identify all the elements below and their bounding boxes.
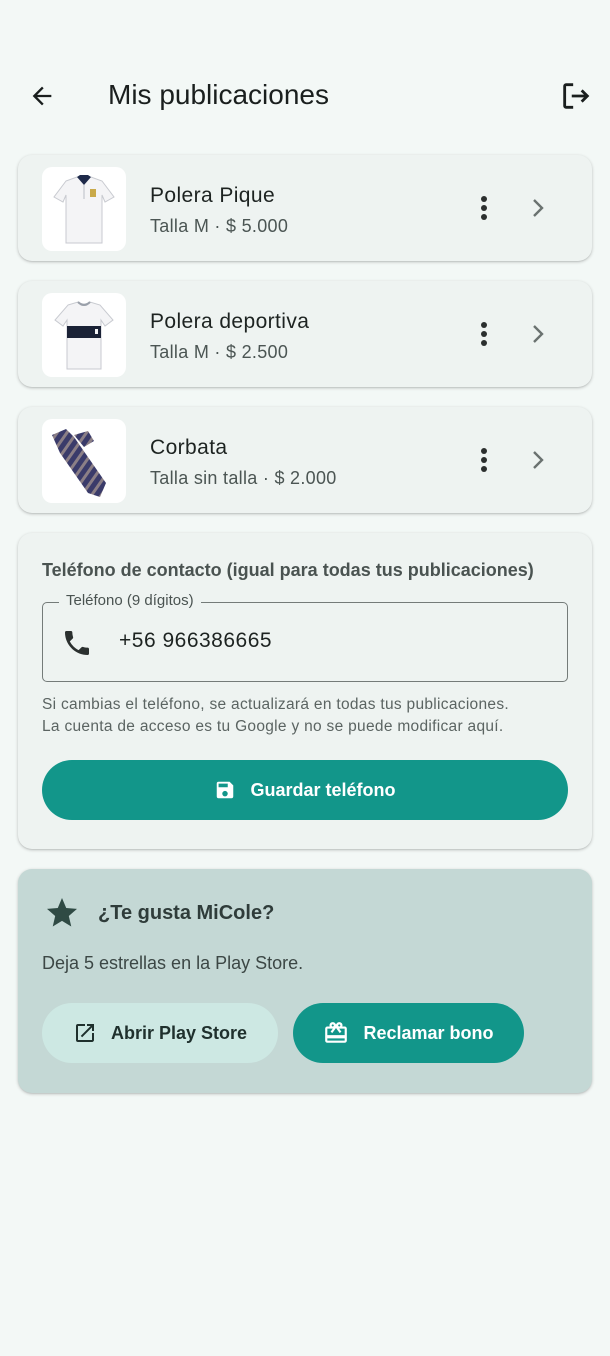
- save-phone-label: Guardar teléfono: [250, 779, 396, 800]
- listing-thumbnail: [42, 293, 126, 377]
- tie-image: [52, 429, 106, 497]
- more-options-button[interactable]: [472, 440, 496, 480]
- gift-card-icon: [325, 1022, 348, 1043]
- rate-app-card: ¿Te gusta MiCole? Deja 5 estrellas en la…: [18, 869, 592, 1093]
- listing-name: Polera deportiva: [150, 310, 310, 333]
- app-bar: Mis publicaciones: [0, 64, 610, 126]
- help-line: Si cambias el teléfono, se actualizará e…: [42, 696, 509, 713]
- polo-shirt-image: [53, 175, 115, 244]
- listing-card[interactable]: Polera Pique Talla M · $ 5.000: [18, 155, 592, 261]
- chevron-right-icon: [533, 325, 544, 343]
- more-vert-icon: [481, 196, 487, 220]
- listing-name: Corbata: [150, 436, 228, 459]
- listing-thumbnail: [42, 419, 126, 503]
- arrow-back-icon: [32, 86, 52, 106]
- save-phone-button[interactable]: Guardar teléfono: [42, 760, 568, 820]
- open-in-new-icon: [75, 1024, 94, 1042]
- open-listing-button[interactable]: [526, 446, 550, 474]
- logout-icon: [563, 83, 590, 109]
- chevron-right-icon: [533, 199, 544, 217]
- logout-button[interactable]: [556, 76, 596, 116]
- open-listing-button[interactable]: [526, 320, 550, 348]
- sport-shirt-image: [54, 301, 114, 370]
- rate-title: ¿Te gusta MiCole?: [98, 902, 275, 924]
- listing-name: Polera Pique: [150, 184, 276, 207]
- open-listing-button[interactable]: [526, 194, 550, 222]
- rate-text: Deja 5 estrellas en la Play Store.: [42, 953, 304, 973]
- phone-icon: [65, 631, 89, 655]
- claim-bonus-button[interactable]: Reclamar bono: [293, 1003, 524, 1063]
- help-line: La cuenta de acceso es tu Google y no se…: [42, 718, 504, 735]
- save-icon: [217, 781, 234, 799]
- listing-detail: Talla M · $ 2.500: [150, 342, 289, 362]
- back-button[interactable]: [22, 76, 62, 116]
- listing-detail: Talla M · $ 5.000: [150, 216, 289, 236]
- phone-field-label: Teléfono (9 dígitos): [59, 592, 201, 609]
- contact-heading: Teléfono de contacto (igual para todas t…: [42, 560, 534, 580]
- listing-card[interactable]: Polera deportiva Talla M · $ 2.500: [18, 281, 592, 387]
- more-vert-icon: [481, 448, 487, 472]
- phone-field[interactable]: Teléfono (9 dígitos): [42, 592, 568, 682]
- phone-input[interactable]: [119, 623, 519, 659]
- more-vert-icon: [481, 322, 487, 346]
- open-play-store-button[interactable]: Abrir Play Store: [42, 1003, 278, 1063]
- listing-thumbnail: [42, 167, 126, 251]
- listing-detail: Talla sin talla · $ 2.000: [150, 468, 337, 488]
- more-options-button[interactable]: [472, 314, 496, 354]
- chevron-right-icon: [533, 451, 544, 469]
- contact-phone-card: Teléfono de contacto (igual para todas t…: [18, 533, 592, 849]
- more-options-button[interactable]: [472, 188, 496, 228]
- listing-card[interactable]: Corbata Talla sin talla · $ 2.000: [18, 407, 592, 513]
- page-title: Mis publicaciones: [108, 79, 329, 110]
- phone-help-text: Si cambias el teléfono, se actualizará e…: [42, 694, 509, 738]
- star-icon: [47, 898, 77, 927]
- claim-bonus-label: Reclamar bono: [363, 1022, 494, 1043]
- open-play-store-label: Abrir Play Store: [110, 1022, 248, 1043]
